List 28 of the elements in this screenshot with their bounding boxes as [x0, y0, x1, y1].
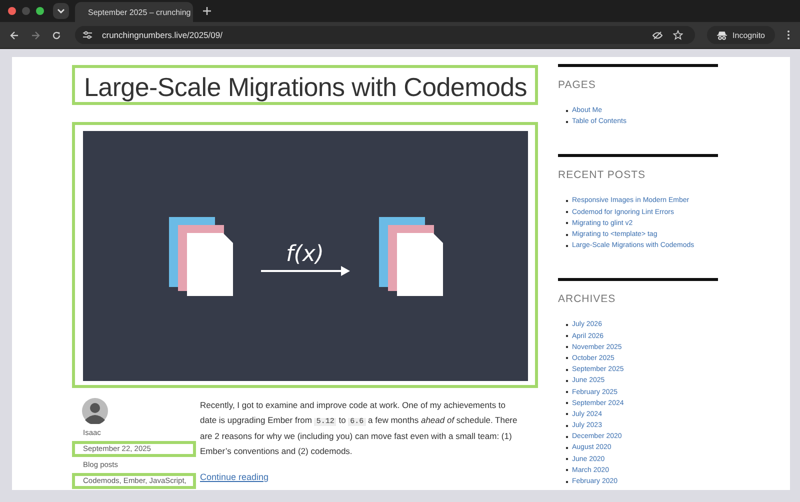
- reload-icon[interactable]: [52, 30, 61, 40]
- incognito-button[interactable]: Incognito: [706, 26, 775, 44]
- tab-search-button[interactable]: [53, 3, 69, 19]
- eye-slash-icon[interactable]: [652, 30, 663, 40]
- new-tab-icon[interactable]: [203, 7, 211, 15]
- document-stack-icon: [379, 217, 443, 296]
- site-settings-icon[interactable]: [83, 31, 92, 39]
- document-stack-icon: [169, 217, 233, 296]
- chevron-down-icon: [57, 8, 65, 14]
- window-close-button[interactable]: [8, 7, 16, 15]
- bookmark-star-icon[interactable]: [672, 30, 683, 40]
- avatar-icon[interactable]: [82, 398, 108, 424]
- widget-heading: RECENT POSTS: [558, 169, 646, 182]
- address-bar[interactable]: crunchingnumbers.live/2025/09/: [75, 26, 695, 44]
- browser-tab[interactable]: September 2025 – crunching: [75, 2, 193, 22]
- widget-heading: ARCHIVES: [558, 293, 617, 306]
- right-arrow-icon: [261, 266, 350, 276]
- continue-reading-link[interactable]: Continue reading: [200, 472, 269, 482]
- formula-text: f(x): [286, 242, 324, 267]
- post-title[interactable]: Large-Scale Migrations with Codemods: [72, 65, 538, 105]
- widget-heading: PAGES: [558, 79, 597, 91]
- forward-arrow-icon[interactable]: [31, 30, 40, 40]
- url-text: crunchingnumbers.live/2025/09/: [102, 30, 222, 40]
- incognito-icon: [716, 30, 727, 40]
- tab-title: September 2025 – crunching: [88, 8, 191, 16]
- menu-icon[interactable]: [787, 30, 790, 40]
- window-zoom-button[interactable]: [36, 7, 44, 15]
- back-arrow-icon[interactable]: [10, 30, 19, 40]
